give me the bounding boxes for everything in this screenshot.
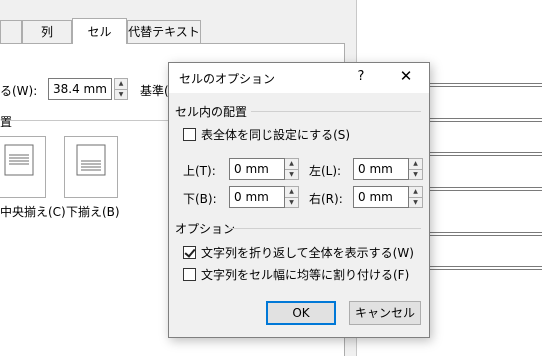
top-margin-input[interactable]: 0 mm — [229, 158, 285, 180]
wrap-text-label: 文字列を折り返して全体を表示する(W) — [201, 246, 414, 260]
wrap-text-checkbox[interactable] — [183, 246, 196, 259]
cancel-button[interactable]: キャンセル — [349, 301, 421, 325]
dialog-title: セルのオプション — [179, 72, 276, 86]
options-section-label: オプション — [175, 222, 236, 236]
align-bottom-label: 下揃え(B) — [66, 205, 120, 219]
section-divider — [251, 111, 421, 112]
left-margin-spinner[interactable]: ▲ ▼ — [409, 158, 423, 180]
width-spinner[interactable]: ▲ ▼ — [114, 78, 128, 100]
bottom-margin-field[interactable]: 0 mm ▲ ▼ — [229, 186, 299, 208]
width-label: る(W): — [0, 84, 38, 98]
fit-text-label: 文字列をセル幅に均等に割り付ける(F) — [201, 268, 410, 282]
group-divider — [10, 120, 170, 121]
basis-label: 基準( — [140, 84, 169, 98]
same-as-table-checkbox[interactable] — [183, 128, 196, 141]
align-bottom-icon — [76, 144, 106, 176]
cell-options-dialog: セルのオプション ? ✕ セル内の配置 表全体を同じ設定にする(S) 上(T):… — [168, 62, 430, 338]
vertical-align-group-label: 置 — [0, 115, 13, 129]
spin-up-icon[interactable]: ▲ — [409, 187, 422, 197]
fit-text-row[interactable]: 文字列をセル幅に均等に割り付ける(F) — [183, 266, 409, 283]
spin-up-icon[interactable]: ▲ — [115, 79, 127, 89]
right-margin-input[interactable]: 0 mm — [353, 186, 409, 208]
left-margin-field[interactable]: 0 mm ▲ ▼ — [353, 158, 423, 180]
tab-column[interactable]: 列 — [22, 20, 72, 44]
tab-row-partial[interactable] — [0, 20, 22, 44]
right-margin-field[interactable]: 0 mm ▲ ▼ — [353, 186, 423, 208]
spin-down-icon[interactable]: ▼ — [409, 197, 422, 208]
tab-cell[interactable]: セル — [72, 18, 127, 44]
tab-alt-text[interactable]: 代替テキスト — [127, 20, 201, 44]
bottom-margin-spinner[interactable]: ▲ ▼ — [285, 186, 299, 208]
align-center-label: 中央揃え(C) — [0, 205, 66, 219]
spin-up-icon[interactable]: ▲ — [285, 159, 298, 169]
same-as-table-label: 表全体を同じ設定にする(S) — [201, 128, 351, 142]
left-margin-label: 左(L): — [309, 164, 342, 178]
bottom-margin-input[interactable]: 0 mm — [229, 186, 285, 208]
close-button[interactable]: ✕ — [398, 67, 414, 85]
left-margin-input[interactable]: 0 mm — [353, 158, 409, 180]
same-as-table-row[interactable]: 表全体を同じ設定にする(S) — [183, 126, 350, 143]
margins-section-label: セル内の配置 — [175, 105, 248, 119]
top-margin-spinner[interactable]: ▲ ▼ — [285, 158, 299, 180]
spin-up-icon[interactable]: ▲ — [409, 159, 422, 169]
section-divider — [229, 228, 421, 229]
title-bar[interactable]: セルのオプション ? ✕ — [169, 63, 429, 93]
wrap-text-row[interactable]: 文字列を折り返して全体を表示する(W) — [183, 244, 414, 261]
align-center-icon — [4, 144, 34, 176]
right-margin-label: 右(R): — [309, 192, 343, 206]
fit-text-checkbox[interactable] — [183, 268, 196, 281]
help-button[interactable]: ? — [354, 69, 368, 84]
right-margin-spinner[interactable]: ▲ ▼ — [409, 186, 423, 208]
spin-down-icon[interactable]: ▼ — [285, 197, 298, 208]
spin-down-icon[interactable]: ▼ — [115, 88, 127, 100]
align-bottom-button[interactable] — [64, 136, 118, 198]
spin-down-icon[interactable]: ▼ — [409, 169, 422, 180]
ok-button[interactable]: OK — [266, 301, 336, 325]
spin-down-icon[interactable]: ▼ — [285, 169, 298, 180]
top-margin-label: 上(T): — [183, 164, 216, 178]
top-margin-field[interactable]: 0 mm ▲ ▼ — [229, 158, 299, 180]
spin-up-icon[interactable]: ▲ — [285, 187, 298, 197]
align-center-button[interactable] — [0, 136, 46, 198]
width-input[interactable]: 38.4 mm — [48, 78, 112, 100]
bottom-margin-label: 下(B): — [183, 192, 217, 206]
